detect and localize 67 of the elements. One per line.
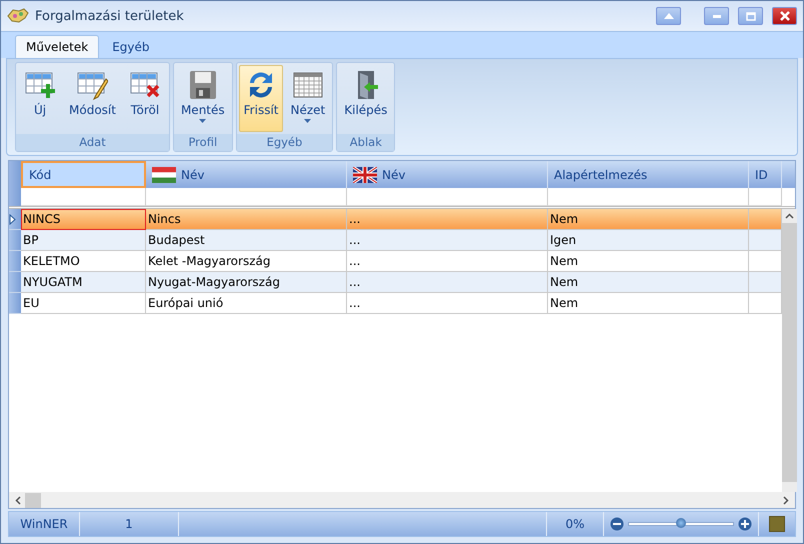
table-cell: Nem bbox=[548, 293, 749, 314]
group-label: Profil bbox=[174, 134, 232, 151]
table-cell: NINCS bbox=[21, 209, 146, 230]
ribbon-tab[interactable]: Műveletek bbox=[15, 35, 100, 58]
table-cell: ... bbox=[347, 293, 548, 314]
table-row[interactable]: EU Európai unió ... Nem bbox=[9, 293, 782, 314]
filter-field[interactable] bbox=[548, 188, 749, 206]
window-title: Forgalmazási területek bbox=[35, 8, 184, 24]
close-button[interactable] bbox=[772, 7, 797, 25]
record-count: 1 bbox=[80, 512, 179, 536]
scroll-thumb[interactable] bbox=[25, 492, 41, 508]
group-label: Adat bbox=[16, 134, 169, 151]
flag-icon bbox=[152, 166, 176, 182]
column-header[interactable]: Név bbox=[347, 161, 548, 188]
ribbon-button[interactable]: Kilépés bbox=[339, 65, 392, 132]
close-icon bbox=[780, 11, 790, 21]
triangle-up-icon bbox=[664, 13, 674, 19]
ribbon-tab[interactable]: Egyéb bbox=[101, 35, 161, 58]
column-label: Kód bbox=[29, 168, 52, 182]
zoom-percent: 0% bbox=[547, 512, 604, 536]
column-header[interactable]: Alapértelmezés bbox=[548, 161, 749, 188]
caret-icon bbox=[304, 119, 312, 123]
ribbon-button[interactable]: Töröl bbox=[122, 65, 167, 132]
zoom-in-button[interactable] bbox=[738, 517, 752, 531]
filter-field[interactable] bbox=[347, 188, 548, 206]
column-label: ID bbox=[755, 168, 768, 182]
collapse-ribbon-button[interactable] bbox=[656, 7, 681, 25]
ribbon-button[interactable]: Nézet bbox=[285, 65, 330, 132]
filter-field[interactable] bbox=[146, 188, 347, 206]
table-row[interactable]: KELETMO Kelet -Magyarország ... Nem bbox=[9, 251, 782, 272]
group-label: Egyéb bbox=[236, 134, 332, 151]
filter-field[interactable] bbox=[749, 188, 782, 206]
filter-field[interactable] bbox=[21, 188, 146, 206]
ribbon-button[interactable]: Frissít bbox=[238, 65, 284, 132]
maximize-button[interactable] bbox=[738, 7, 763, 25]
maximize-icon bbox=[746, 12, 756, 20]
zoom-out-button[interactable] bbox=[610, 517, 624, 531]
flag-icon bbox=[353, 166, 377, 182]
scroll-up-icon[interactable] bbox=[785, 213, 794, 219]
horizontal-scrollbar[interactable] bbox=[9, 492, 795, 508]
table-row[interactable]: NYUGATM Nyugat-Magyarország ... Nem bbox=[9, 272, 782, 293]
column-label: Név bbox=[382, 168, 406, 182]
map-icon bbox=[7, 8, 29, 24]
minimize-icon bbox=[712, 14, 720, 18]
row-header bbox=[9, 188, 21, 206]
ribbon-button[interactable]: Módosít bbox=[64, 65, 121, 132]
column-header[interactable]: Kód bbox=[21, 161, 146, 188]
ribbon-button[interactable]: Új bbox=[18, 65, 62, 132]
table-cell: EU bbox=[21, 293, 146, 314]
corner-header bbox=[9, 161, 21, 188]
ribbon-button[interactable]: Mentés bbox=[176, 65, 230, 132]
column-label: Név bbox=[181, 168, 204, 182]
slider-thumb[interactable] bbox=[676, 518, 686, 528]
table-row[interactable]: BP Budapest ... Igen bbox=[9, 230, 782, 251]
row-header[interactable] bbox=[9, 209, 21, 230]
column-header[interactable]: Név bbox=[146, 161, 347, 188]
caret-icon bbox=[199, 119, 206, 123]
column-header[interactable]: ID bbox=[749, 161, 782, 188]
scroll-right-icon[interactable] bbox=[783, 496, 789, 504]
column-label: Alapértelmezés bbox=[554, 168, 648, 182]
app-name: WinNER bbox=[9, 512, 80, 536]
minimize-button[interactable] bbox=[704, 7, 729, 25]
table-row[interactable]: NINCS Nincs ... Nem bbox=[9, 209, 782, 230]
group-label: Ablak bbox=[337, 134, 394, 151]
scroll-left-icon[interactable] bbox=[15, 496, 21, 504]
table-cell: Európai unió bbox=[146, 293, 347, 314]
status-square-icon bbox=[769, 516, 785, 532]
